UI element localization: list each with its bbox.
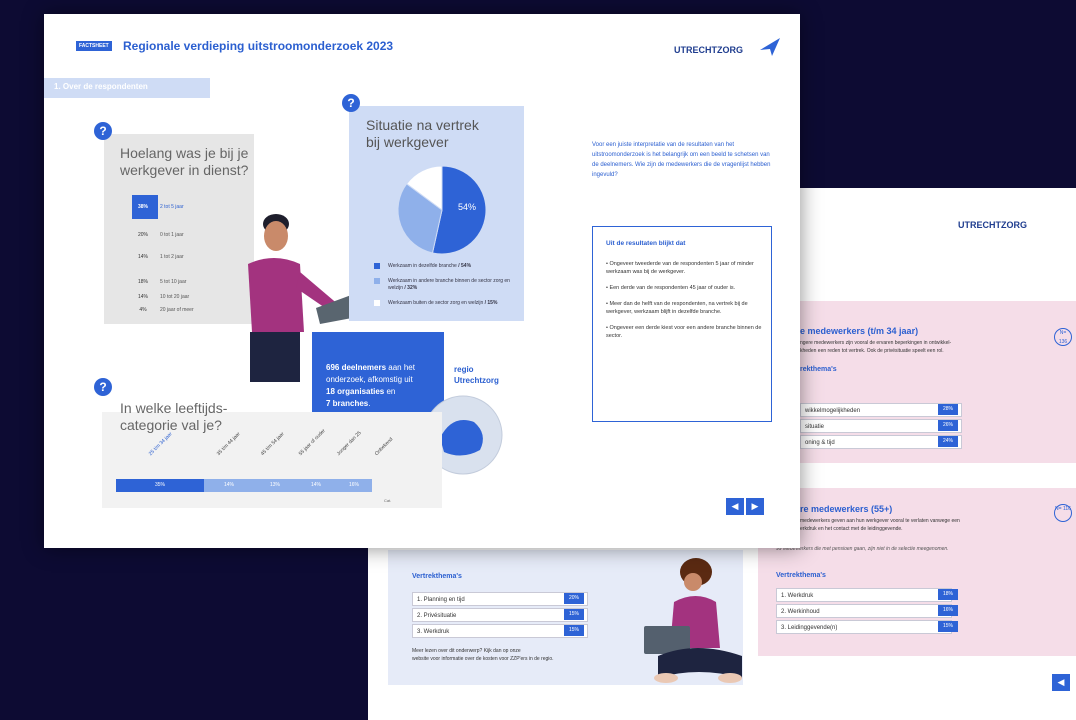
age-chart-legend: Cat.: [384, 498, 392, 503]
results-bullet: • Een derde van de respondenten 45 jaar …: [606, 285, 736, 291]
young-desc-1: ngere medewerkers zijn vooral de ervaren…: [800, 340, 952, 346]
tenure-question-2: werkgever in dienst?: [120, 162, 249, 178]
mid-theme-pct: 20%: [564, 593, 584, 604]
age-question-1: In welke leeftijds-: [120, 400, 228, 416]
mid-theme-pct: 15%: [564, 625, 584, 636]
results-bullet: • Ongeveer tweederde van de respondenten…: [606, 261, 754, 275]
young-theme-pct: 28%: [938, 404, 958, 415]
young-themes-label: rekthema's: [800, 366, 837, 373]
front-slide: FACTSHEET Regionale verdieping uitstroom…: [44, 14, 800, 548]
utrechtzorg-logo: UTRECHTZORG: [674, 45, 743, 55]
older-theme-row: 1. Werkdruk: [776, 588, 952, 602]
woman-laptop-illustration: [644, 558, 742, 683]
legend-swatch: [374, 263, 380, 269]
legend-item: Werkzaam in andere branche binnen de sec…: [374, 278, 524, 292]
section-tab[interactable]: 1. Over de respondenten: [54, 82, 148, 91]
older-theme-row: 2. Werkinhoud: [776, 604, 952, 618]
age-bar: 13%: [254, 479, 296, 492]
older-theme-row: 3. Leidinggevende(n): [776, 620, 952, 634]
young-theme-pct: 26%: [938, 420, 958, 431]
pie-label: 54%: [458, 202, 476, 212]
older-theme-pct: 18%: [938, 589, 958, 600]
older-themes-label: Vertrekthema's: [776, 572, 826, 579]
mid-theme-row: 2. Privésituatie: [412, 608, 588, 622]
mid-theme-pct: 15%: [564, 609, 584, 620]
age-bar: 14%: [204, 479, 254, 492]
tenure-row: 14% 1 tot 2 jaar: [137, 254, 184, 260]
question-icon: ?: [342, 94, 360, 112]
legend-swatch: [374, 278, 380, 284]
mid-note-2: website voor informatie over de kosten v…: [412, 656, 554, 662]
region-label: regio Utrechtzorg: [454, 365, 499, 385]
back-prev-button[interactable]: ◀: [1052, 674, 1070, 691]
tenure-row: 38% 2 tot 5 jaar: [137, 204, 184, 210]
results-title: Uit de resultaten blijkt dat: [606, 240, 686, 247]
prev-button[interactable]: ◀: [726, 498, 744, 515]
mid-theme-row: 1. Planning en tijd: [412, 592, 588, 606]
question-icon: ?: [94, 378, 112, 396]
older-theme-pct: 16%: [938, 605, 958, 616]
age-bar: 16%: [336, 479, 372, 492]
results-bullet: • Meer dan de helft van de respondenten,…: [606, 301, 748, 315]
age-bar: 14%: [296, 479, 336, 492]
tenure-row: 4% 20 jaar of meer: [139, 307, 194, 313]
legend-swatch: [374, 300, 380, 306]
tenure-question-1: Hoelang was je bij je: [120, 145, 249, 161]
tenure-row: 18% 5 tot 10 jaar: [137, 279, 187, 285]
results-bullet: • Ongeveer een derde kiest voor een ande…: [606, 325, 762, 339]
young-desc-2: kheden een reden tot vertrek. Ook de pri…: [800, 348, 944, 354]
older-n-badge: N= 116: [1054, 504, 1072, 522]
tenure-row: 20% 0 tot 1 jaar: [137, 232, 184, 238]
results-list: • Ongeveer tweederde van de respondenten…: [606, 260, 762, 348]
situation-pie-chart: 54%: [397, 165, 487, 255]
mid-themes-label: Vertrekthema's: [412, 573, 462, 580]
older-theme-pct: 15%: [938, 621, 958, 632]
legend-item: Werkzaam buiten de sector zorg en welzij…: [374, 300, 524, 307]
intro-text: Voor een juiste interpretatie van de res…: [592, 142, 771, 178]
mid-theme-row: 3. Werkdruk: [412, 624, 588, 638]
utrechtzorg-logo-mark: [760, 38, 780, 56]
page-title: Regionale verdieping uitstroomonderzoek …: [123, 39, 394, 53]
mid-note-1: Meer lezen over dit onderwerp? Kijk dan …: [412, 648, 521, 654]
young-theme-pct: 24%: [938, 436, 958, 447]
age-bar: 35%: [116, 479, 204, 492]
older-title: re medewerkers (55+): [800, 504, 893, 514]
question-icon: ?: [94, 122, 112, 140]
back-logo: UTRECHTZORG: [958, 220, 1027, 230]
situation-question-2: bij werkgever: [366, 134, 449, 150]
older-desc-1: medewerkers geven aan hun werkgever voor…: [800, 518, 960, 524]
young-title: e medewerkers (t/m 34 jaar): [800, 326, 919, 336]
tenure-row: 14% 10 tot 20 jaar: [137, 294, 190, 300]
young-n-badge: N= 136: [1054, 328, 1072, 346]
situation-question-1: Situatie na vertrek: [366, 117, 479, 133]
older-note: 99 Medewerkers die met pensioen gaan, zi…: [776, 546, 949, 552]
factsheet-tag: FACTSHEET: [76, 41, 112, 51]
older-desc-2: erkdruk en het contact met de leidinggev…: [800, 526, 903, 532]
legend-item: Werkzaam in dezelfde branche / 54%: [374, 263, 524, 270]
next-button[interactable]: ▶: [746, 498, 764, 515]
